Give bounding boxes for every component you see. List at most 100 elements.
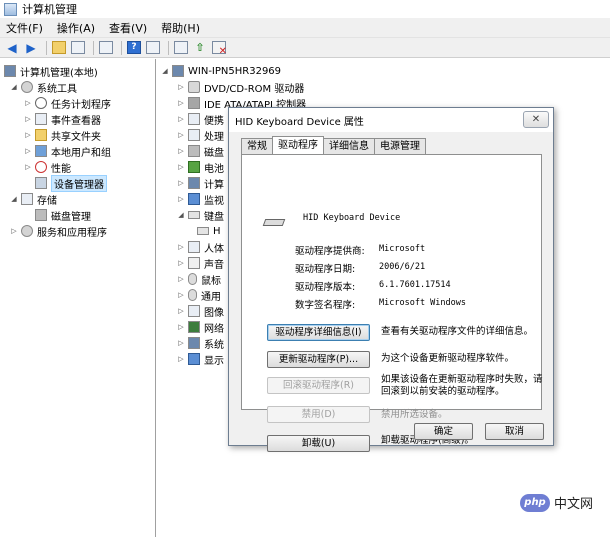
expand-icon[interactable]: ▷	[177, 115, 185, 123]
collapse-icon[interactable]: ◢	[10, 195, 18, 203]
expand-icon[interactable]: ▷	[24, 131, 32, 139]
collapse-icon[interactable]: ◢	[10, 83, 18, 91]
device-manager-icon	[35, 177, 47, 189]
mouse-icon	[188, 273, 197, 285]
ok-button[interactable]: 确定	[414, 423, 473, 440]
toolbar-divider	[93, 40, 94, 55]
device-category[interactable]: ▷ 计算	[177, 175, 224, 191]
expand-icon[interactable]: ▷	[177, 339, 185, 347]
tree-item-system-tools[interactable]: ◢ 系统工具	[10, 79, 77, 95]
tree-label: 任务计划程序	[51, 99, 111, 111]
back-icon[interactable]: ◀	[4, 40, 20, 56]
tree-item-shared-folders[interactable]: ▷ 共享文件夹	[24, 127, 101, 143]
update-driver-button[interactable]: 更新驱动程序(P)...	[267, 351, 370, 368]
expand-icon[interactable]: ▷	[177, 179, 185, 187]
device-item[interactable]: H	[197, 223, 221, 239]
scan-hardware-icon[interactable]	[173, 40, 189, 56]
expand-icon[interactable]: ▷	[177, 147, 185, 155]
up-folder-icon[interactable]	[51, 40, 67, 56]
toolbar-divider	[46, 40, 47, 55]
roll-back-driver-button[interactable]: 回滚驱动程序(R)	[267, 377, 370, 394]
tree-label: 事件查看器	[51, 115, 101, 127]
computer-icon	[188, 177, 200, 189]
tab-general[interactable]: 常规	[241, 138, 273, 154]
tree-item-local-users[interactable]: ▷ 本地用户和组	[24, 143, 111, 159]
cancel-button[interactable]: 取消	[485, 423, 544, 440]
show-hide-tree-icon[interactable]	[70, 40, 86, 56]
menu-view[interactable]: 查看(V)	[109, 20, 147, 36]
device-category[interactable]: ▷ DVD/CD-ROM 驱动器	[177, 79, 304, 95]
category-label: 人体	[204, 243, 224, 255]
update-driver-icon[interactable]: ⇧	[192, 40, 208, 56]
expand-icon[interactable]: ▷	[177, 259, 185, 267]
close-button[interactable]: ✕	[523, 111, 549, 128]
menu-file[interactable]: 文件(F)	[6, 20, 43, 36]
expand-icon[interactable]: ▷	[177, 323, 185, 331]
expand-icon[interactable]: ▷	[177, 355, 185, 363]
digital-signer-value: Microsoft Windows	[379, 298, 466, 308]
tree-item-performance[interactable]: ▷ 性能	[24, 159, 71, 175]
export-list-icon[interactable]	[98, 40, 114, 56]
expand-icon[interactable]: ▷	[177, 131, 185, 139]
expand-icon[interactable]: ▷	[24, 147, 32, 155]
device-category[interactable]: ▷ 声音	[177, 255, 224, 271]
collapse-icon[interactable]: ◢	[177, 211, 185, 219]
menu-help[interactable]: 帮助(H)	[161, 20, 200, 36]
forward-icon[interactable]: ▶	[23, 40, 39, 56]
device-tree-root[interactable]: ◢ WIN-IPN5HR32969	[161, 63, 281, 79]
device-category[interactable]: ▷ 人体	[177, 239, 224, 255]
device-category[interactable]: ▷ 便携	[177, 111, 224, 127]
collapse-icon[interactable]: ◢	[161, 67, 169, 75]
menu-action[interactable]: 操作(A)	[57, 20, 95, 36]
driver-details-button[interactable]: 驱动程序详细信息(I)	[267, 324, 370, 341]
expand-icon[interactable]: ▷	[177, 99, 185, 107]
tree-item-root[interactable]: 计算机管理(本地)	[4, 63, 98, 79]
disable-button[interactable]: 禁用(D)	[267, 406, 370, 423]
tree-item-storage[interactable]: ◢ 存储	[10, 191, 57, 207]
help-icon[interactable]: ?	[126, 40, 142, 56]
device-category[interactable]: ▷ 处理	[177, 127, 224, 143]
expand-icon[interactable]: ▷	[177, 163, 185, 171]
device-category[interactable]: ▷ 电池	[177, 159, 224, 175]
expand-icon[interactable]: ▷	[177, 243, 185, 251]
tab-driver[interactable]: 驱动程序	[272, 136, 324, 154]
tab-details[interactable]: 详细信息	[323, 138, 375, 154]
category-label: 网络	[204, 323, 224, 335]
tree-item-event-viewer[interactable]: ▷ 事件查看器	[24, 111, 101, 127]
device-category[interactable]: ▷ 显示	[177, 351, 224, 367]
device-category[interactable]: ▷ 通用	[177, 287, 221, 303]
uninstall-button[interactable]: 卸载(U)	[267, 435, 370, 452]
usb-icon	[188, 289, 197, 301]
device-category[interactable]: ▷ 磁盘	[177, 143, 224, 159]
navigation-tree[interactable]: 计算机管理(本地) ◢ 系统工具 ▷ 任务计划程序 ▷ 事件查看器 ▷ 共享文件…	[0, 59, 156, 537]
disable-desc: 禁用所选设备。	[381, 409, 448, 420]
tree-item-services[interactable]: ▷ 服务和应用程序	[10, 223, 107, 239]
expand-icon[interactable]: ▷	[177, 275, 185, 283]
device-category[interactable]: ▷ 监视	[177, 191, 224, 207]
keyboard-icon	[262, 219, 286, 226]
tree-item-disk-management[interactable]: 磁盘管理	[24, 207, 91, 223]
expand-icon[interactable]: ▷	[10, 227, 18, 235]
uninstall-device-icon[interactable]	[211, 40, 227, 57]
roll-back-driver-desc: 如果该设备在更新驱动程序时失败，请回滚到以前安装的驱动程序。	[381, 374, 543, 397]
device-category[interactable]: ◢ 键盘	[177, 207, 224, 223]
expand-icon[interactable]: ▷	[177, 291, 185, 299]
device-category[interactable]: ▷ 图像	[177, 303, 224, 319]
expand-icon[interactable]: ▷	[24, 115, 32, 123]
device-category[interactable]: ▷ 系统	[177, 335, 224, 351]
driver-date-label: 驱动程序日期:	[295, 264, 356, 275]
tree-label: 计算机管理(本地)	[20, 67, 98, 79]
driver-tab-panel: HID Keyboard Device 驱动程序提供商: Microsoft 驱…	[241, 154, 543, 452]
expand-icon[interactable]: ▷	[177, 83, 185, 91]
expand-icon[interactable]: ▷	[24, 99, 32, 107]
tree-item-task-scheduler[interactable]: ▷ 任务计划程序	[24, 95, 111, 111]
expand-icon[interactable]: ▷	[24, 163, 32, 171]
expand-icon[interactable]: ▷	[177, 195, 185, 203]
tab-power-management[interactable]: 电源管理	[374, 138, 426, 154]
tree-item-device-manager[interactable]: 设备管理器	[24, 174, 107, 192]
device-category[interactable]: ▷ 网络	[177, 319, 224, 335]
properties-dialog: HID Keyboard Device 属性 ✕ 常规 驱动程序 详细信息 电源…	[228, 107, 554, 452]
device-category[interactable]: ▷ 鼠标	[177, 271, 221, 287]
properties-icon[interactable]	[145, 40, 161, 56]
expand-icon[interactable]: ▷	[177, 307, 185, 315]
